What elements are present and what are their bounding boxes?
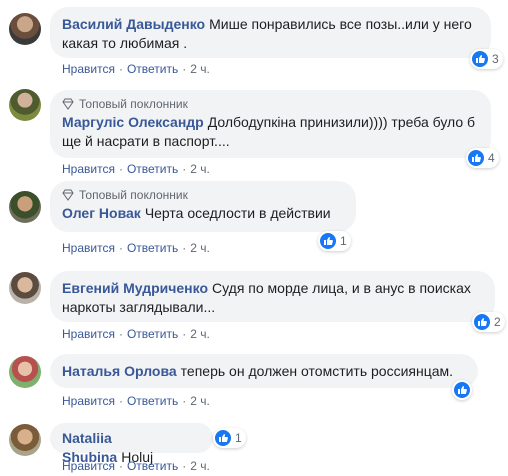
reaction-count[interactable]: 1 (318, 231, 351, 251)
like-icon (468, 150, 484, 166)
comment-time[interactable]: 2 ч. (190, 62, 210, 76)
reaction-count[interactable] (452, 380, 472, 400)
reply-link[interactable]: Ответить (127, 162, 178, 176)
badge-label: Топовый поклонник (79, 97, 188, 111)
comment-author[interactable]: Олег Новак (62, 205, 141, 221)
comment-bubble: Евгений Мудриченко Судя по морде лица, и … (50, 271, 495, 322)
avatar[interactable] (9, 13, 41, 45)
comment-actions: Нравится · Ответить · 2 ч. (62, 394, 210, 408)
comment-time[interactable]: 2 ч. (190, 162, 210, 176)
comment-bubble: Топовый поклонник Маргуліс Олександр Долб… (50, 90, 491, 158)
reply-link[interactable]: Ответить (127, 327, 178, 341)
reply-link[interactable]: Ответить (127, 459, 178, 473)
comment-actions: Нравится · Ответить · 2 ч. (62, 327, 210, 341)
comment-bubble: Наталья Орлова теперь он должен отомстить… (50, 354, 478, 388)
reaction-count[interactable]: 1 (213, 428, 246, 448)
reaction-number: 1 (235, 431, 242, 445)
diamond-icon (62, 98, 74, 110)
reply-link[interactable]: Ответить (127, 241, 178, 255)
like-icon (454, 382, 470, 398)
reaction-number: 1 (340, 234, 347, 248)
comment-bubble: Nataliia Shubina Holuj (50, 423, 213, 465)
diamond-icon (62, 189, 74, 201)
top-fan-badge: Топовый поклонник (62, 187, 344, 203)
like-link[interactable]: Нравится (62, 162, 115, 176)
like-link[interactable]: Нравится (62, 327, 115, 341)
avatar[interactable] (9, 424, 41, 456)
comment-bubble: Василий Давыденко Мише понравились все по… (50, 7, 491, 58)
reaction-count[interactable]: 3 (470, 49, 503, 69)
comment-time[interactable]: 2 ч. (190, 394, 210, 408)
like-icon (474, 314, 490, 330)
comment-actions: Нравится · Ответить · 2 ч. (62, 62, 210, 76)
comment-actions: Нравится · Ответить · 2 ч. (62, 459, 210, 473)
reaction-number: 4 (488, 151, 495, 165)
comment-author[interactable]: Василий Давыденко (62, 16, 205, 32)
avatar[interactable] (9, 356, 41, 388)
avatar[interactable] (9, 272, 41, 304)
comment-bubble: Топовый поклонник Олег Новак Черта оседло… (50, 181, 356, 232)
reaction-number: 3 (492, 52, 499, 66)
comment-time[interactable]: 2 ч. (190, 241, 210, 255)
top-fan-badge: Топовый поклонник (62, 96, 479, 112)
like-link[interactable]: Нравится (62, 62, 115, 76)
badge-label: Топовый поклонник (79, 188, 188, 202)
comment-time[interactable]: 2 ч. (190, 459, 210, 473)
comment-time[interactable]: 2 ч. (190, 327, 210, 341)
comment-text: Черта оседлости в действии (144, 205, 331, 221)
like-icon (472, 51, 488, 67)
reply-link[interactable]: Ответить (127, 62, 178, 76)
comment-text: теперь он должен отомстить россиянцам. (180, 363, 454, 379)
reaction-number: 2 (494, 315, 501, 329)
comment-actions: Нравится · Ответить · 2 ч. (62, 241, 210, 255)
reply-link[interactable]: Ответить (127, 394, 178, 408)
like-icon (320, 233, 336, 249)
like-icon (215, 430, 231, 446)
avatar[interactable] (9, 191, 41, 223)
comment-author[interactable]: Маргуліс Олександр (62, 114, 204, 130)
like-link[interactable]: Нравится (62, 459, 115, 473)
reaction-count[interactable]: 2 (472, 312, 505, 332)
comment-actions: Нравится · Ответить · 2 ч. (62, 162, 210, 176)
comment-author[interactable]: Наталья Орлова (62, 363, 177, 379)
like-link[interactable]: Нравится (62, 394, 115, 408)
avatar[interactable] (9, 89, 41, 121)
like-link[interactable]: Нравится (62, 241, 115, 255)
comment-author[interactable]: Евгений Мудриченко (62, 280, 208, 296)
reaction-count[interactable]: 4 (466, 148, 499, 168)
